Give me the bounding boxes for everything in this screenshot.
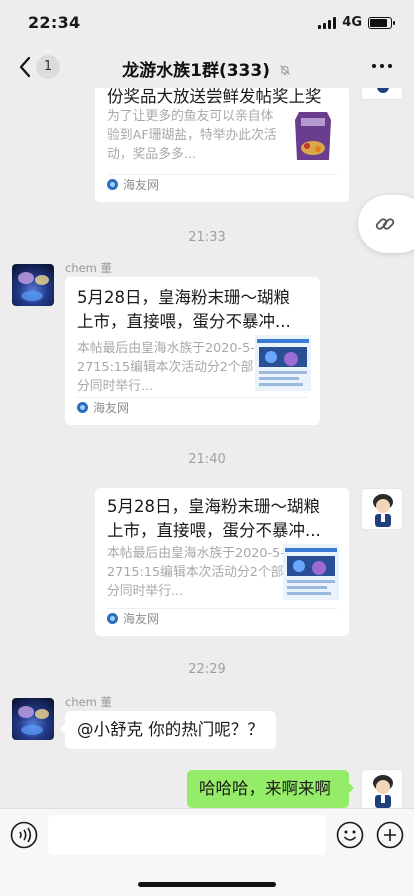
card-title-line2: 上市，直接喂，蛋分不暴冲...: [107, 521, 321, 540]
chat-title[interactable]: 龙游水族1群(333): [0, 56, 414, 81]
avatar[interactable]: [12, 698, 54, 740]
link-card[interactable]: 5月28日，皇海粉末珊～瑚粮 上市，直接喂，蛋分不暴冲... 本帖最后由皇海水族…: [95, 488, 349, 636]
timestamp: 22:29: [188, 662, 226, 677]
card-source-name: 海友网: [123, 178, 160, 192]
status-indicators: 4G: [318, 15, 395, 30]
source-logo-icon: [77, 402, 88, 413]
card-description: 为了让更多的鱼友可以亲自体验到AF珊瑚盐，特举办此次活动，奖品多多...: [107, 109, 277, 162]
card-divider: [107, 608, 337, 609]
card-thumbnail: [285, 108, 341, 164]
card-title: 份奖品大放送尝鲜发帖奖上奖: [107, 88, 322, 106]
card-description: 本帖最后由皇海水族于2020-5-2715:15编辑本次活动分2个部分同时举行.…: [107, 546, 285, 599]
network-type: 4G: [342, 15, 362, 30]
message-bubble[interactable]: 哈哈哈，来啊来啊: [187, 770, 354, 808]
card-description: 本帖最后由皇海水族于2020-5-2715:15编辑本次活动分2个部分同时举行.…: [77, 341, 255, 394]
avatar[interactable]: [361, 769, 403, 808]
chat-header: 1 龙游水族1群(333): [0, 46, 414, 88]
card-thumbnail: [283, 544, 339, 600]
card-divider: [77, 397, 308, 398]
voice-icon[interactable]: [10, 821, 38, 849]
battery-icon: [368, 16, 395, 29]
card-title-line2: 上市，直接喂，蛋分不暴冲...: [77, 312, 291, 331]
card-thumbnail: [255, 335, 311, 391]
card-source: 海友网: [77, 399, 129, 416]
card-source: 海友网: [107, 176, 159, 193]
plus-icon[interactable]: [376, 821, 404, 849]
link-card[interactable]: 份奖品大放送尝鲜发帖奖上奖 为了让更多的鱼友可以亲自体验到AF珊瑚盐，特举办此次…: [95, 88, 349, 202]
card-source-name: 海友网: [123, 612, 160, 626]
home-indicator: [138, 882, 276, 887]
link-icon: [375, 218, 395, 230]
message-input[interactable]: [48, 815, 326, 855]
chat-title-text: 龙游水族1群(333): [122, 61, 270, 81]
message-bubble[interactable]: @小舒克 你的热门呢？？: [60, 711, 276, 749]
card-divider: [107, 174, 337, 175]
mute-bell-icon: [280, 65, 290, 76]
link-card[interactable]: 5月28日，皇海粉末珊～瑚粮 上市，直接喂，蛋分不暴冲... 本帖最后由皇海水族…: [65, 277, 320, 425]
message-list[interactable]: 份奖品大放送尝鲜发帖奖上奖 为了让更多的鱼友可以亲自体验到AF珊瑚盐，特举办此次…: [0, 88, 414, 808]
sender-name: chem 董: [65, 695, 113, 709]
status-time: 22:34: [28, 13, 81, 32]
source-logo-icon: [107, 179, 118, 190]
emoji-icon[interactable]: [336, 821, 364, 849]
floating-link-button[interactable]: [358, 195, 414, 253]
more-icon[interactable]: [372, 64, 392, 68]
status-bar: 22:34 4G: [0, 0, 414, 46]
avatar[interactable]: [361, 488, 403, 530]
avatar[interactable]: [12, 264, 54, 306]
card-title-line1: 5月28日，皇海粉末珊～瑚粮: [77, 288, 290, 307]
timestamp: 21:33: [188, 230, 226, 245]
signal-icon: [318, 16, 337, 29]
card-source: 海友网: [107, 610, 159, 627]
timestamp: 21:40: [188, 452, 226, 467]
card-title-line1: 5月28日，皇海粉末珊～瑚粮: [107, 497, 320, 516]
avatar[interactable]: [361, 88, 403, 100]
sender-name: chem 董: [65, 261, 113, 275]
card-source-name: 海友网: [93, 401, 130, 415]
source-logo-icon: [107, 613, 118, 624]
